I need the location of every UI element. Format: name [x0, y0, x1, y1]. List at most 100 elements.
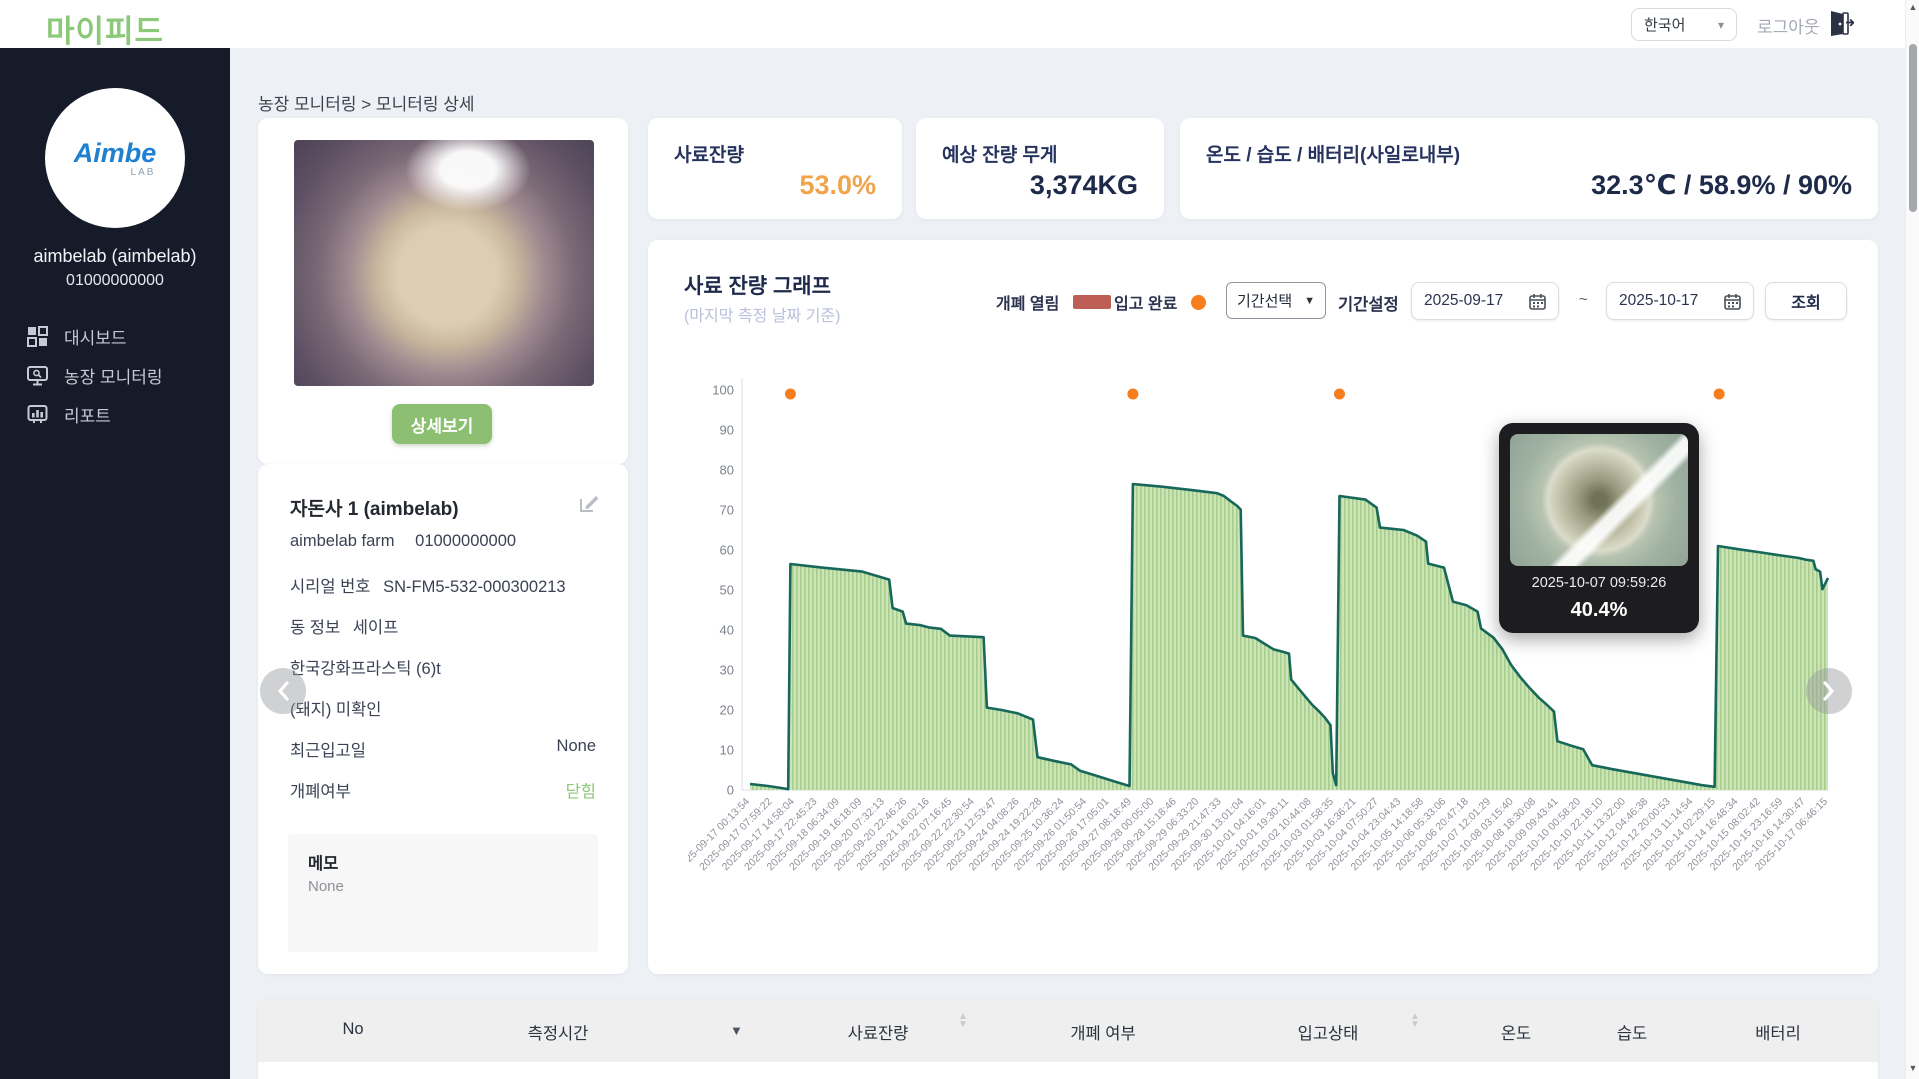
calendar-icon[interactable] — [1529, 293, 1546, 310]
column-header[interactable]: 온도 — [1501, 1020, 1531, 1044]
memo-box: 메모 None — [288, 834, 598, 952]
stat-card-feed-remaining: 사료잔량 53.0% — [648, 118, 902, 219]
svg-text:60: 60 — [720, 543, 734, 558]
column-header[interactable]: 입고상태 — [1298, 1020, 1359, 1044]
sort-desc-icon[interactable]: ▼ — [730, 1023, 743, 1038]
period-setting-label: 기간설정 — [1338, 291, 1399, 315]
calendar-icon[interactable] — [1724, 293, 1741, 310]
memo-title: 메모 — [308, 850, 338, 874]
column-header[interactable]: 배터리 — [1755, 1020, 1801, 1044]
info-label: 동 정보 — [290, 619, 340, 637]
date-from-input[interactable]: 2025-09-17 — [1411, 282, 1559, 320]
stat-card-temp-humid-battery: 온도 / 습도 / 배터리(사일로내부) 32.3℃ / 58.9% / 90% — [1180, 118, 1878, 219]
legend-intake-label: 입고 완료 — [1114, 290, 1177, 314]
stat-title: 예상 잔량 무게 — [942, 140, 1057, 167]
legend-intake: 입고 완료 — [1114, 292, 1206, 312]
info-row-silo-model: 한국강화프라스틱 (6)t — [290, 655, 596, 679]
carousel-prev-button[interactable] — [260, 668, 306, 714]
chevron-left-icon — [276, 681, 290, 701]
page-root: 마이피드 한국어 ▾ 로그아웃 ▲ ▼ Aimbe LAB aimbelab (… — [0, 0, 1919, 1079]
legend-intake-dot — [1191, 295, 1206, 310]
info-value: None — [557, 737, 596, 756]
date-from-value: 2025-09-17 — [1424, 292, 1503, 310]
measurement-table-header: No 측정시간 ▼ 사료잔량 ▲▼ 개폐 여부 입고상태 ▲▼ 온도 습도 배터리 — [258, 999, 1878, 1062]
svg-text:90: 90 — [720, 423, 734, 438]
chart-title: 사료 잔량 그래프 — [684, 270, 831, 300]
detail-view-button[interactable]: 상세보기 — [392, 404, 492, 444]
sort-both-icon[interactable]: ▲▼ — [958, 1013, 968, 1029]
sidebar-item-report[interactable]: 리포트 — [0, 394, 230, 434]
chevron-down-icon: ▾ — [1718, 18, 1724, 32]
chart-subtitle: (마지막 측정 날짜 기준) — [684, 302, 840, 326]
stat-value: 3,374KG — [1030, 170, 1138, 201]
sidebar-item-farm-monitoring[interactable]: 농장 모니터링 — [0, 355, 230, 395]
language-select-value: 한국어 — [1644, 14, 1685, 35]
carousel-next-button[interactable] — [1806, 668, 1852, 714]
stat-title: 사료잔량 — [674, 140, 744, 167]
stat-value: 32.3℃ / 58.9% / 90% — [1591, 170, 1852, 201]
tooltip-timestamp: 2025-10-07 09:59:26 — [1499, 575, 1699, 591]
app-logo: 마이피드 — [46, 6, 164, 51]
silo-info-card: 자돈사 1 (aimbelab) aimbelab farm 010000000… — [258, 464, 628, 974]
scrollbar-thumb[interactable] — [1909, 44, 1917, 212]
legend-open-swatch — [1073, 295, 1111, 309]
period-select-value: 기간선택 — [1237, 290, 1292, 311]
breadcrumb: 농장 모니터링 > 모니터링 상세 — [258, 90, 475, 115]
svg-text:50: 50 — [720, 583, 734, 598]
svg-text:100: 100 — [712, 383, 734, 398]
legend-open: 개폐 열림 — [996, 292, 1111, 312]
date-to-value: 2025-10-17 — [1619, 292, 1698, 310]
monitor-search-icon — [27, 365, 48, 386]
top-header: 마이피드 한국어 ▾ 로그아웃 — [0, 0, 1919, 48]
info-row-building: 동 정보 세이프 — [290, 614, 596, 638]
svg-text:80: 80 — [720, 463, 734, 478]
column-header[interactable]: 개폐 여부 — [1070, 1020, 1135, 1044]
column-header[interactable]: No — [342, 1020, 363, 1039]
stat-value: 53.0% — [799, 170, 876, 201]
svg-text:10: 10 — [720, 743, 734, 758]
sort-both-icon[interactable]: ▲▼ — [1410, 1013, 1420, 1029]
avatar: Aimbe LAB — [45, 88, 185, 228]
info-label: 한국강화프라스틱 (6)t — [290, 660, 441, 678]
report-chart-icon — [27, 404, 48, 425]
column-header[interactable]: 습도 — [1617, 1020, 1647, 1044]
info-label: 개폐여부 — [290, 783, 351, 801]
svg-text:70: 70 — [720, 503, 734, 518]
sidebar-item-label: 대시보드 — [64, 324, 127, 349]
status-badge: 닫힘 — [566, 778, 596, 802]
info-value: 세이프 — [353, 619, 399, 637]
column-header[interactable]: 사료잔량 — [848, 1020, 909, 1044]
sidebar-item-dashboard[interactable]: 대시보드 — [0, 316, 230, 356]
stat-title: 온도 / 습도 / 배터리(사일로내부) — [1206, 140, 1460, 167]
search-button[interactable]: 조회 — [1765, 282, 1847, 320]
sidebar-user-phone: 01000000000 — [0, 272, 230, 290]
svg-text:0: 0 — [727, 783, 734, 798]
scrollbar-up-arrow[interactable]: ▲ — [1907, 2, 1919, 16]
memo-content: None — [308, 878, 344, 895]
page-scrollbar[interactable]: ▲ ▼ — [1905, 0, 1919, 1079]
info-value: 01000000000 — [415, 532, 516, 550]
language-select[interactable]: 한국어 ▾ — [1631, 8, 1737, 41]
silo-photo-card: 상세보기 — [258, 118, 628, 464]
column-header[interactable]: 측정시간 — [528, 1020, 589, 1044]
silo-title: 자돈사 1 (aimbelab) — [290, 494, 459, 521]
info-value: SN-FM5-532-000300213 — [383, 578, 566, 596]
scrollbar-down-arrow[interactable]: ▼ — [1907, 1063, 1919, 1077]
info-row-open-state: 개폐여부 닫힘 — [290, 778, 596, 802]
info-label: 최근입고일 — [290, 742, 366, 760]
sidebar: Aimbe LAB aimbelab (aimbelab) 0100000000… — [0, 48, 230, 1079]
logout-door-icon[interactable] — [1828, 9, 1854, 37]
avatar-logo-subtext: LAB — [131, 167, 156, 178]
sidebar-user-name: aimbelab (aimbelab) — [0, 246, 230, 267]
legend-open-label: 개폐 열림 — [996, 290, 1059, 314]
period-select[interactable]: 기간선택 ▼ — [1226, 282, 1326, 319]
logout-link[interactable]: 로그아웃 — [1757, 13, 1820, 38]
chevron-right-icon — [1822, 681, 1836, 701]
tooltip-value: 40.4% — [1499, 599, 1699, 622]
edit-pencil-icon[interactable] — [578, 492, 600, 514]
info-label: (돼지) 미확인 — [290, 701, 381, 719]
svg-text:20: 20 — [720, 703, 734, 718]
date-to-input[interactable]: 2025-10-17 — [1606, 282, 1754, 320]
chart-tooltip: 2025-10-07 09:59:26 40.4% — [1499, 423, 1699, 633]
feed-chart-card: 사료 잔량 그래프 (마지막 측정 날짜 기준) 개폐 열림 입고 완료 기간선… — [648, 240, 1878, 974]
